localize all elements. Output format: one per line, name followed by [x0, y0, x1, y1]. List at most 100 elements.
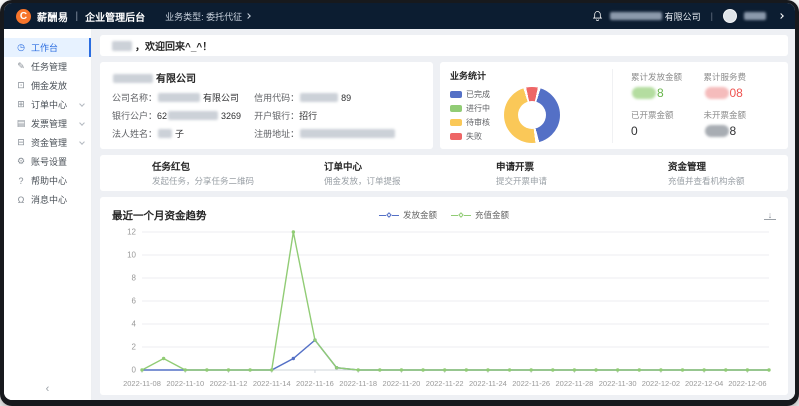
sidebar-item-message[interactable]: Ω消息中心	[4, 190, 91, 209]
sidebar-item-label: 任务管理	[31, 60, 67, 73]
commission-icon: ⊡	[15, 80, 27, 91]
business-type-label: 业务类型: 委托代征	[165, 10, 242, 23]
welcome-banner: ，欢迎回来^_^！	[100, 35, 788, 56]
user-avatar[interactable]	[723, 9, 737, 23]
sidebar-collapse-button[interactable]: ‹	[4, 383, 91, 395]
sidebar-item-commission[interactable]: ⊡ 佣金发放	[4, 76, 91, 95]
legend-label: 进行中	[466, 103, 490, 114]
svg-text:2022-11-20: 2022-11-20	[383, 379, 421, 388]
company-name-suffix: 有限公司	[665, 10, 701, 23]
bank-account-field: 银行公户：623269	[112, 109, 254, 122]
top-header: C 薪酬易 | 企业管理后台 业务类型: 委托代征 有限公司 |	[4, 3, 795, 29]
sidebar-item-settings[interactable]: ⚙账号设置	[4, 152, 91, 171]
download-icon[interactable]	[764, 211, 776, 220]
business-type-selector[interactable]: 业务类型: 委托代征	[165, 10, 250, 23]
svg-text:2022-11-26: 2022-11-26	[512, 379, 550, 388]
line-chart: 0246810122022-11-082022-11-102022-11-122…	[112, 224, 776, 391]
svg-text:2022-11-18: 2022-11-18	[339, 379, 377, 388]
dashboard-icon: ◷	[15, 42, 27, 53]
svg-text:2022-11-30: 2022-11-30	[599, 379, 637, 388]
legend-label: 待审核	[466, 117, 490, 128]
company-name-field: 公司名称：有限公司	[112, 91, 254, 104]
quick-menu: 任务红包发起任务，分享任务二维码订单中心佣金发放，订单提报申请开票提交开票申请资…	[100, 155, 788, 191]
donut-chart	[504, 87, 560, 143]
sidebar-item-label: 佣金发放	[31, 79, 67, 92]
donut-legend-item[interactable]: 失败	[450, 131, 490, 142]
stats-title: 业务统计	[450, 69, 600, 82]
chart-legend-item[interactable]: 充值金额	[451, 209, 509, 221]
invoice-icon: ▤	[15, 118, 27, 129]
sidebar-item-invoice[interactable]: ▤发票管理	[4, 114, 91, 133]
app-frame: C 薪酬易 | 企业管理后台 业务类型: 委托代征 有限公司 |	[4, 3, 795, 400]
sidebar-item-funds[interactable]: ⊟资金管理	[4, 133, 91, 152]
svg-text:2022-11-12: 2022-11-12	[210, 379, 248, 388]
svg-text:0: 0	[132, 366, 137, 375]
svg-text:10: 10	[127, 251, 136, 260]
sidebar-item-label: 工作台	[31, 41, 58, 54]
chart-legend-item[interactable]: 发放金额	[379, 209, 437, 221]
sidebar-item-label: 消息中心	[31, 193, 67, 206]
registered-address-field: 注册地址：	[254, 127, 421, 140]
help-icon: ?	[15, 176, 27, 186]
svg-text:2022-11-10: 2022-11-10	[166, 379, 204, 388]
blurred-amount	[705, 125, 729, 137]
notification-bell-icon[interactable]	[592, 10, 603, 22]
sidebar-item-task-edit[interactable]: ✎任务管理	[4, 57, 91, 76]
company-info-card: 有限公司 公司名称：有限公司 信用代码：89 银行公户：623269	[100, 62, 433, 149]
metric-value: 8	[631, 86, 704, 100]
svg-text:2022-11-14: 2022-11-14	[253, 379, 291, 388]
trend-chart-card: 最近一个月资金趋势 发放金额充值金额 0246810122022-11-0820…	[100, 197, 788, 395]
legend-swatch	[450, 119, 462, 126]
metric-value: 0	[631, 124, 704, 138]
header-divider: |	[711, 11, 713, 21]
user-menu-chevron-icon[interactable]	[778, 13, 784, 19]
svg-text:2022-11-22: 2022-11-22	[426, 379, 464, 388]
blurred-user-name	[744, 12, 766, 20]
sidebar-item-order[interactable]: ⊞订单中心	[4, 95, 91, 114]
sidebar-item-label: 帮助中心	[31, 174, 67, 187]
chevron-down-icon	[79, 101, 85, 107]
metric: 累计服务费08	[704, 71, 777, 100]
chart-legend-label: 发放金额	[403, 209, 437, 221]
sidebar-item-dashboard[interactable]: ◷ 工作台	[4, 38, 91, 57]
sidebar-item-label: 订单中心	[31, 98, 67, 111]
chevron-down-icon	[79, 120, 85, 126]
quick-item-申请开票[interactable]: 申请开票提交开票申请	[444, 159, 616, 187]
blurred-amount	[632, 87, 656, 99]
quick-item-订单中心[interactable]: 订单中心佣金发放，订单提报	[272, 159, 444, 187]
chart-title: 最近一个月资金趋势	[112, 208, 207, 223]
header-company-name: 有限公司	[609, 10, 701, 23]
blurred-amount	[705, 87, 729, 99]
metric-label: 已开票金额	[631, 109, 704, 121]
company-title: 有限公司	[112, 70, 421, 85]
quick-item-任务红包[interactable]: 任务红包发起任务，分享任务二维码	[100, 159, 272, 187]
svg-text:2022-11-28: 2022-11-28	[556, 379, 594, 388]
credit-code-field: 信用代码：89	[254, 91, 421, 104]
blurred-company-name	[610, 12, 662, 20]
bank-branch-field: 开户银行：招行	[254, 109, 421, 122]
app-title: 企业管理后台	[85, 9, 145, 24]
quick-item-desc: 发起任务，分享任务二维码	[152, 175, 272, 187]
svg-text:6: 6	[132, 297, 137, 306]
settings-icon: ⚙	[15, 156, 27, 167]
donut-legend-item[interactable]: 已完成	[450, 89, 490, 100]
app-logo-icon: C	[16, 9, 31, 24]
metric-value: 08	[704, 86, 777, 100]
legend-label: 已完成	[466, 89, 490, 100]
brand-name: 薪酬易	[37, 9, 69, 24]
brand-divider: |	[76, 11, 79, 22]
metric: 累计发放金额8	[631, 71, 704, 100]
quick-item-资金管理[interactable]: 资金管理充值并查看机构余额	[616, 159, 788, 187]
sidebar: ◷ 工作台 ✎任务管理 ⊡ 佣金发放 ⊞订单中心▤发票管理⊟资金管理⚙账号设置? 帮助中心 Ω…	[4, 29, 92, 400]
quick-item-title: 资金管理	[668, 159, 788, 173]
quick-item-title: 任务红包	[152, 159, 272, 173]
sidebar-item-help[interactable]: ? 帮助中心	[4, 171, 91, 190]
svg-text:8: 8	[132, 274, 137, 283]
diamond-marker-icon	[386, 212, 392, 218]
legend-swatch	[450, 91, 462, 98]
welcome-text: ，欢迎回来^_^！	[135, 38, 212, 53]
svg-text:2022-11-08: 2022-11-08	[123, 379, 161, 388]
donut-legend-item[interactable]: 进行中	[450, 103, 490, 114]
donut-legend-item[interactable]: 待审核	[450, 117, 490, 128]
chart-legend-label: 充值金额	[475, 209, 509, 221]
